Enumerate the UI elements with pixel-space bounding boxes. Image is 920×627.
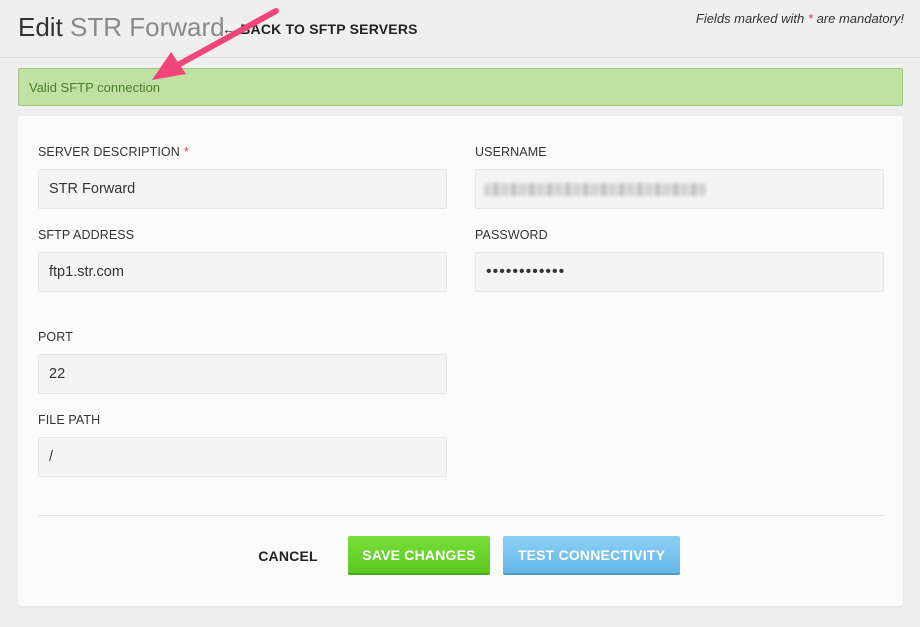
file-path-input[interactable] bbox=[38, 437, 447, 477]
sftp-server-form: SERVER DESCRIPTION* USERNAME SFTP ADDRES… bbox=[18, 116, 903, 606]
success-alert-message: Valid SFTP connection bbox=[29, 80, 161, 95]
username-label: USERNAME bbox=[475, 145, 547, 159]
page-title-subject: STR Forward bbox=[70, 12, 225, 42]
server-description-label: SERVER DESCRIPTION * bbox=[38, 145, 189, 159]
sftp-address-label: SFTP ADDRESS bbox=[38, 228, 135, 242]
mandatory-fields-note: Fields marked with * are mandatory! bbox=[696, 11, 904, 26]
cancel-button[interactable]: CANCEL bbox=[248, 536, 328, 575]
required-star-icon: * bbox=[183, 145, 189, 159]
username-input[interactable] bbox=[475, 169, 884, 209]
required-star-icon: * bbox=[807, 11, 813, 26]
file-path-label: FILE PATH bbox=[38, 413, 101, 427]
server-description-label-text: SERVER DESCRIPTION bbox=[38, 145, 180, 159]
port-input[interactable] bbox=[38, 354, 447, 394]
server-description-input[interactable] bbox=[38, 169, 447, 209]
back-to-sftp-servers-link[interactable]: ← BACK TO SFTP SERVERS bbox=[222, 21, 418, 37]
save-changes-button[interactable]: SAVE CHANGES bbox=[348, 536, 490, 575]
password-label: PASSWORD bbox=[475, 228, 548, 242]
page-header: Edit STR Forward ← BACK TO SFTP SERVERS F… bbox=[0, 0, 920, 58]
mandatory-note-prefix: Fields marked with bbox=[695, 11, 805, 26]
form-divider bbox=[38, 515, 884, 516]
mandatory-note-suffix: are mandatory! bbox=[816, 11, 904, 26]
arrow-left-icon: ← bbox=[222, 21, 237, 37]
page-title-verb: Edit bbox=[18, 12, 63, 42]
success-alert: Valid SFTP connection bbox=[18, 68, 903, 106]
sftp-address-input[interactable] bbox=[38, 252, 447, 292]
page-title: Edit STR Forward bbox=[18, 12, 225, 43]
redacted-username-value bbox=[484, 183, 706, 196]
back-link-label: BACK TO SFTP SERVERS bbox=[240, 21, 418, 37]
test-connectivity-button[interactable]: TEST CONNECTIVITY bbox=[503, 536, 680, 575]
port-label: PORT bbox=[38, 330, 73, 344]
password-input[interactable] bbox=[475, 252, 884, 292]
